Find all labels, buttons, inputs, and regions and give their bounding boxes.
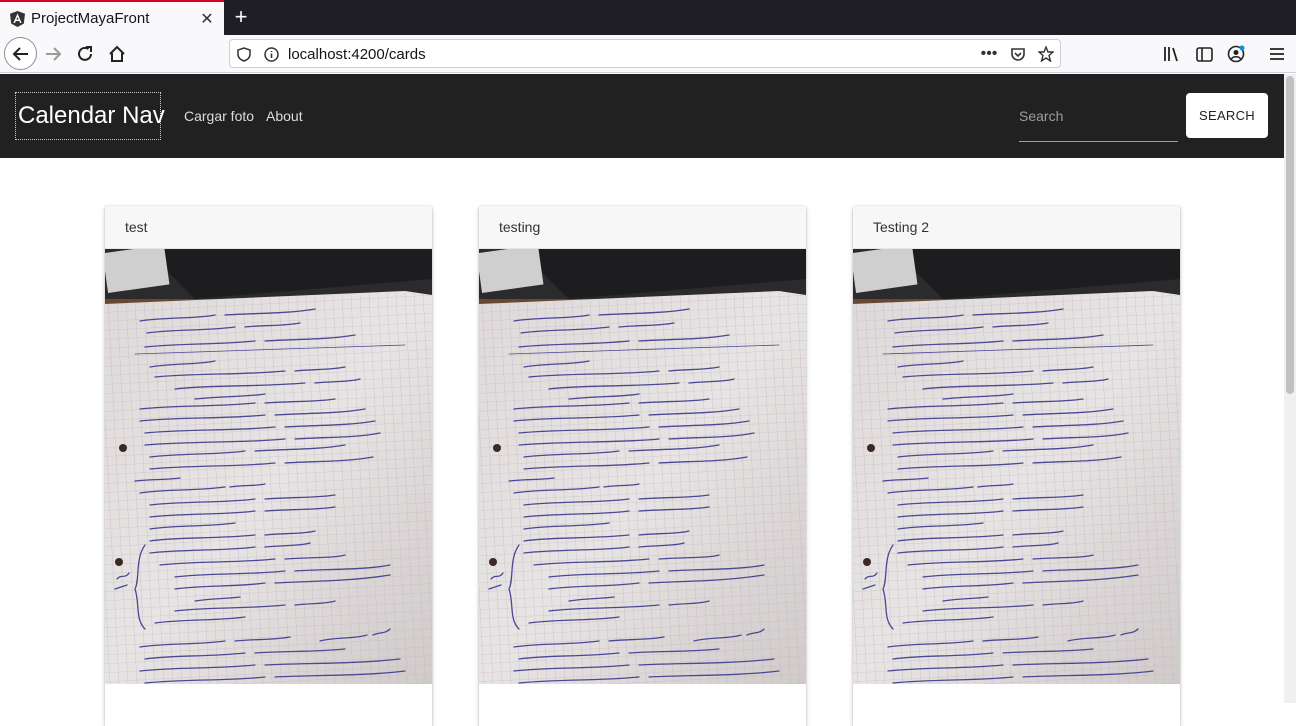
url-text: localhost:4200/cards <box>288 46 426 63</box>
card-photo <box>853 249 1180 684</box>
search-input[interactable] <box>1019 104 1178 128</box>
card-title: test <box>105 206 432 249</box>
app-toolbar: Calendar Nav Cargar foto About SEARCH <box>0 74 1284 158</box>
card-testing-2[interactable]: Testing 2 <box>853 206 1180 726</box>
home-icon[interactable] <box>102 39 132 69</box>
sidebar-icon[interactable] <box>1189 39 1219 69</box>
shield-icon[interactable] <box>236 46 252 62</box>
new-tab-icon[interactable]: + <box>228 4 254 30</box>
card-testing[interactable]: testing <box>479 206 806 726</box>
back-arrow-icon[interactable] <box>4 37 37 70</box>
library-icon[interactable] <box>1157 39 1187 69</box>
browser-navbar: localhost:4200/cards ••• <box>0 35 1296 73</box>
account-icon[interactable] <box>1221 39 1251 69</box>
card-photo <box>479 249 806 684</box>
card-title: testing <box>479 206 806 249</box>
bookmark-star-icon[interactable] <box>1038 46 1054 62</box>
browser-tab[interactable]: ProjectMayaFront ✕ <box>0 0 224 35</box>
page-scrollbar-thumb[interactable] <box>1286 76 1294 394</box>
nav-link-about[interactable]: About <box>266 108 303 124</box>
pocket-icon[interactable] <box>1010 46 1026 62</box>
info-icon[interactable] <box>263 46 279 62</box>
reload-icon[interactable] <box>70 39 100 69</box>
forward-arrow-icon[interactable] <box>38 39 68 69</box>
nav-link-cargar-foto[interactable]: Cargar foto <box>184 108 254 124</box>
search-button[interactable]: SEARCH <box>1186 93 1268 138</box>
close-tab-icon[interactable]: ✕ <box>196 8 218 30</box>
tab-title: ProjectMayaFront <box>31 10 150 27</box>
brand-link[interactable]: Calendar Nav <box>15 92 165 140</box>
card-photo <box>105 249 432 684</box>
more-actions-icon[interactable]: ••• <box>981 45 998 62</box>
search-field <box>1019 104 1178 142</box>
hamburger-menu-icon[interactable] <box>1262 39 1292 69</box>
url-bar[interactable]: localhost:4200/cards ••• <box>229 39 1061 68</box>
card-test[interactable]: test <box>105 206 432 726</box>
card-title: Testing 2 <box>853 206 1180 249</box>
angular-favicon-icon <box>9 10 25 27</box>
